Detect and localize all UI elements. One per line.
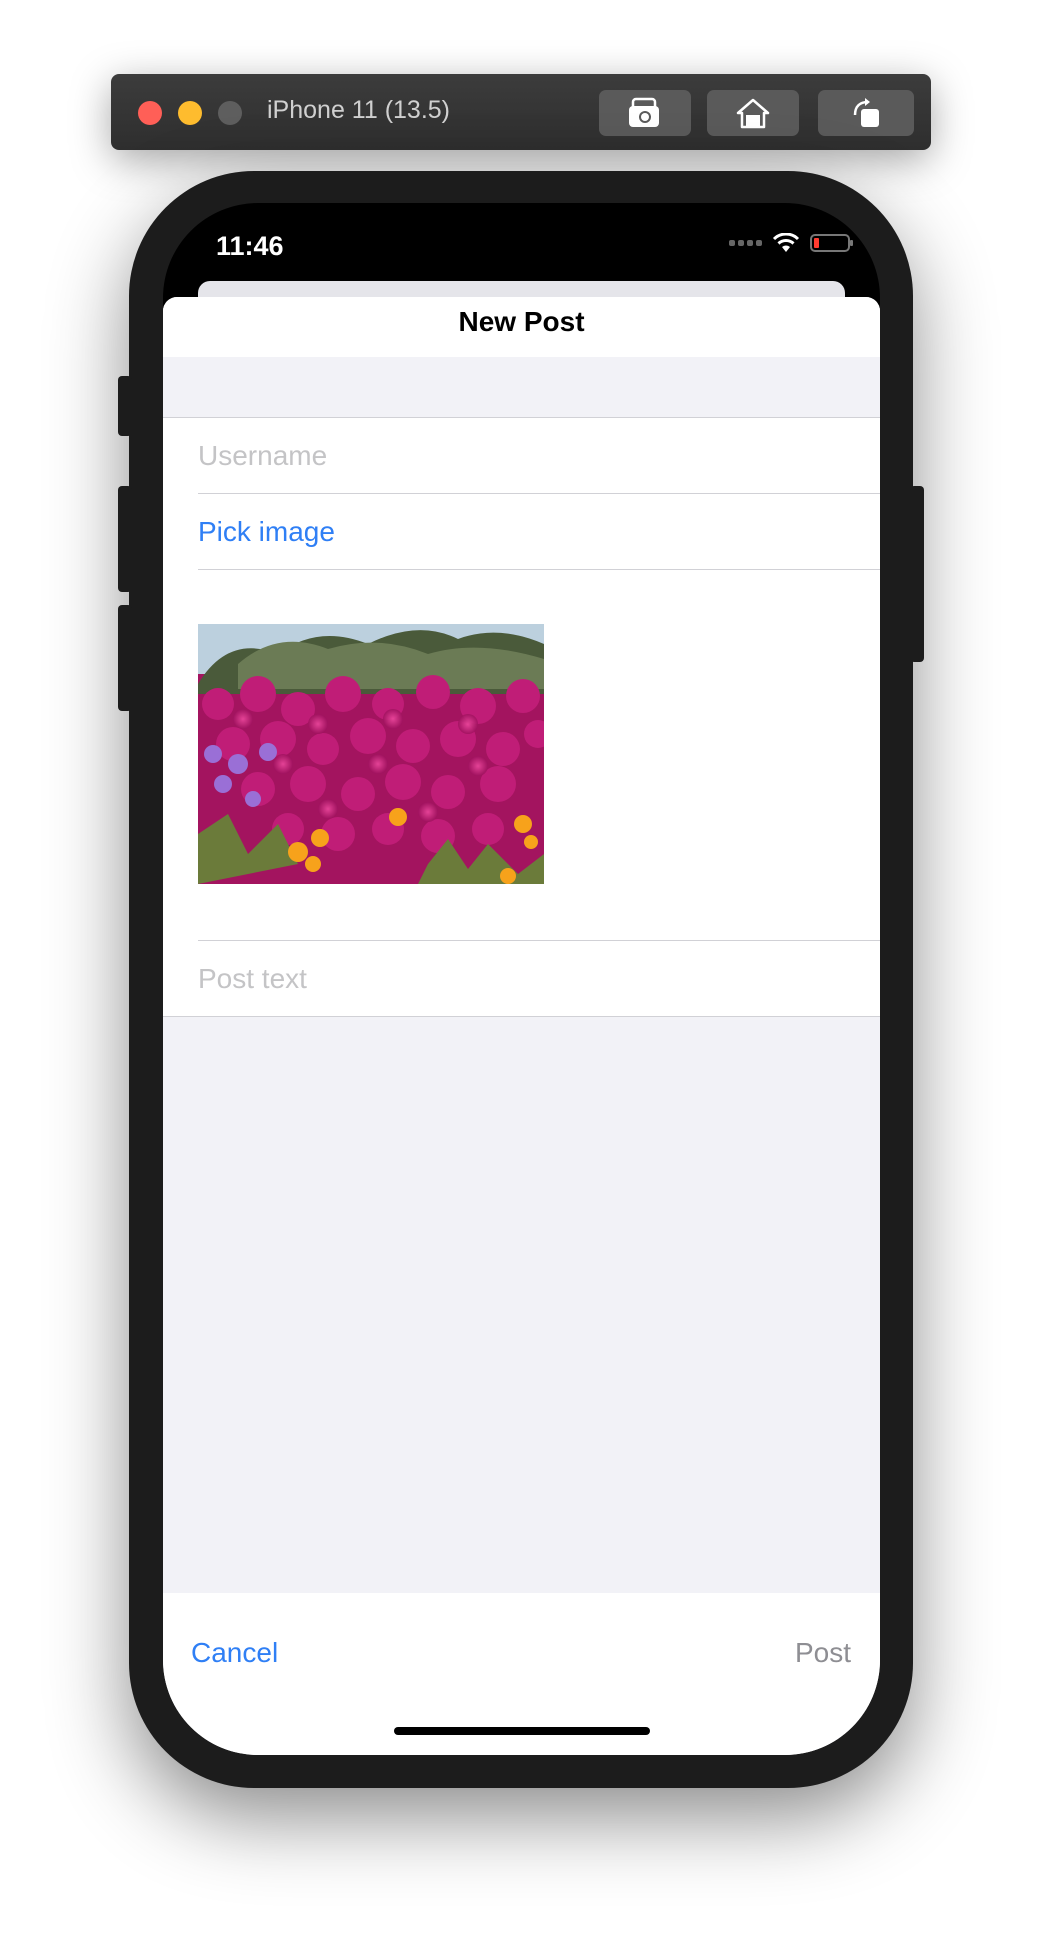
volume-down-button [118,605,132,711]
notch [321,203,722,261]
power-button [910,486,924,662]
flower-photo-icon [198,624,544,884]
selected-photo [198,624,544,884]
post-text-placeholder: Post text [198,962,307,994]
username-field[interactable]: Username [163,418,880,493]
post-text-field[interactable]: Post text [163,941,880,1016]
home-button[interactable] [707,90,799,136]
status-time: 11:46 [216,231,284,261]
page-title: New Post [458,306,585,337]
simulator-toolbar: iPhone 11 (13.5) [111,74,931,150]
cellular-signal-icon [729,240,762,246]
volume-up-button [118,486,132,592]
minimize-window-button[interactable] [178,101,202,125]
simulator-title: iPhone 11 (13.5) [267,96,450,124]
pick-image-label: Pick image [198,515,335,547]
pick-image-button[interactable]: Pick image [163,494,880,569]
screenshot-button[interactable] [599,90,691,136]
device-screen: 11:46 New Post Username Pick image Post … [163,203,880,1755]
post-button[interactable]: Post [795,1637,851,1669]
mute-switch [118,376,132,436]
wifi-icon [772,233,800,252]
home-icon [736,98,770,129]
zoom-window-button[interactable] [218,101,242,125]
username-placeholder: Username [198,439,328,471]
cancel-button[interactable]: Cancel [191,1637,278,1669]
rotate-icon [853,98,879,127]
post-form: Username Pick image Post text [163,417,880,1017]
bottom-toolbar: Cancel Post [163,1593,880,1755]
selected-image-row [163,570,880,940]
status-indicators [729,233,853,253]
home-indicator[interactable] [394,1727,650,1735]
rotate-button[interactable] [818,90,914,136]
battery-icon [810,234,853,252]
screenshot-icon [629,97,659,127]
navigation-bar: New Post [163,297,880,357]
new-post-sheet: New Post Username Pick image Post text C… [163,297,880,1755]
close-window-button[interactable] [138,101,162,125]
